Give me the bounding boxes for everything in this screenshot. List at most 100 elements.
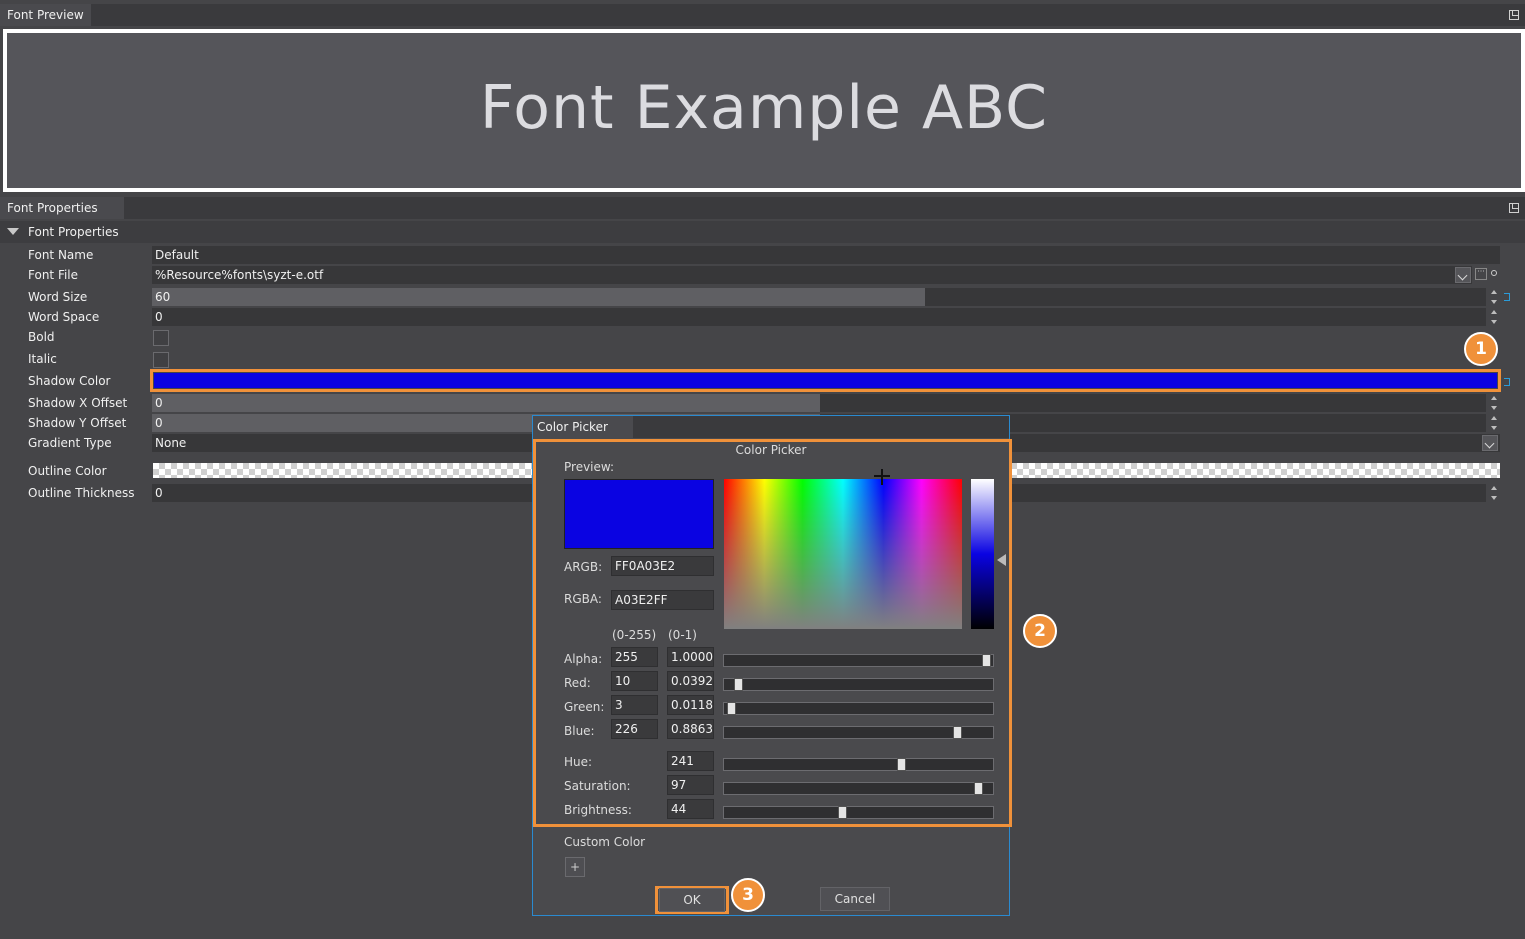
- red-slider[interactable]: [723, 678, 994, 691]
- preview-label: Preview:: [564, 460, 615, 474]
- callout-3: 3: [731, 878, 765, 912]
- word-size-spinner[interactable]: [1490, 288, 1498, 306]
- cancel-button[interactable]: Cancel: [820, 887, 890, 911]
- blue-label: Blue:: [564, 724, 595, 738]
- shadow-color-label: Shadow Color: [28, 374, 111, 388]
- color-picker-dialog: Color Picker Color Picker Preview: ARGB:…: [532, 415, 1012, 916]
- callout-2: 2: [1023, 614, 1057, 648]
- color-preview-swatch: [564, 479, 714, 549]
- outline-thickness-label: Outline Thickness: [28, 486, 135, 500]
- green-slider-thumb[interactable]: [727, 702, 736, 715]
- red-01-field[interactable]: 0.0392: [667, 671, 714, 691]
- blue-slider-thumb[interactable]: [953, 726, 962, 739]
- range-255-label: (0-255): [612, 628, 657, 642]
- gradient-type-label: Gradient Type: [28, 436, 112, 450]
- font-name-label: Font Name: [28, 248, 94, 262]
- hue-saturation-spectrum[interactable]: [724, 469, 962, 629]
- rgba-label: RGBA:: [564, 592, 602, 606]
- spectrum-crosshair-icon[interactable]: [881, 469, 883, 485]
- add-custom-color-button[interactable]: +: [565, 857, 585, 877]
- dialog-title: Color Picker: [533, 416, 633, 438]
- shadow-x-slider[interactable]: 0: [152, 394, 1486, 412]
- saturation-field[interactable]: 97: [667, 775, 714, 795]
- saturation-slider-thumb[interactable]: [974, 782, 983, 795]
- italic-checkbox[interactable]: [153, 352, 169, 368]
- saturation-label: Saturation:: [564, 779, 631, 793]
- word-size-label: Word Size: [28, 290, 88, 304]
- shadow-y-label: Shadow Y Offset: [28, 416, 127, 430]
- green-255-field[interactable]: 3: [611, 695, 658, 715]
- green-slider[interactable]: [723, 702, 994, 715]
- rgba-field[interactable]: A03E2FF: [611, 590, 714, 610]
- bold-label: Bold: [28, 330, 55, 344]
- word-space-field[interactable]: 0: [152, 308, 1486, 326]
- font-sample-text: Font Example ABC: [479, 73, 1049, 143]
- word-space-spinner[interactable]: [1490, 308, 1498, 326]
- word-size-value: 60: [155, 290, 171, 304]
- red-label: Red:: [564, 676, 591, 690]
- dock-pin-icon[interactable]: [1509, 10, 1519, 20]
- ok-button[interactable]: OK: [659, 888, 725, 912]
- font-preview-canvas: Font Example ABC: [3, 29, 1525, 192]
- alpha-label: Alpha:: [564, 652, 603, 666]
- shadow-x-label: Shadow X Offset: [28, 396, 128, 410]
- font-name-field[interactable]: Default: [152, 246, 1500, 264]
- callout-1: 1: [1464, 332, 1498, 366]
- word-size-slider-fill: [152, 288, 925, 306]
- font-file-dropdown-button[interactable]: [1455, 267, 1471, 283]
- font-file-field[interactable]: %Resource%fonts\syzt-e.otf: [152, 266, 1472, 284]
- picker-header: Color Picker: [735, 443, 807, 457]
- shadow-x-value: 0: [155, 396, 163, 410]
- word-size-slider[interactable]: 60: [152, 288, 1486, 306]
- tab-font-preview[interactable]: Font Preview: [0, 4, 91, 26]
- link-icon[interactable]: [1504, 378, 1510, 386]
- range-01-label: (0-1): [668, 628, 697, 642]
- brightness-slider[interactable]: [723, 806, 994, 819]
- word-space-label: Word Space: [28, 310, 100, 324]
- blue-slider[interactable]: [723, 726, 994, 739]
- alpha-slider-thumb[interactable]: [982, 654, 991, 667]
- preview-panel-header: Font Preview: [0, 4, 1525, 26]
- argb-label: ARGB:: [564, 560, 603, 574]
- brightness-label: Brightness:: [564, 803, 632, 817]
- red-255-field[interactable]: 10: [611, 671, 658, 691]
- brightness-slider-thumb[interactable]: [838, 806, 847, 819]
- gradient-type-dropdown-button[interactable]: [1482, 435, 1498, 451]
- red-slider-thumb[interactable]: [734, 678, 743, 691]
- shadow-x-slider-fill: [152, 394, 820, 412]
- hue-slider-thumb[interactable]: [897, 758, 906, 771]
- hue-slider[interactable]: [723, 758, 994, 771]
- font-file-label: Font File: [28, 268, 79, 282]
- outline-thickness-spinner[interactable]: [1490, 484, 1498, 502]
- properties-panel-header: Font Properties: [0, 197, 1525, 219]
- bold-checkbox[interactable]: [153, 330, 169, 346]
- brightness-bar[interactable]: [971, 479, 994, 629]
- tab-font-properties[interactable]: Font Properties: [0, 197, 124, 219]
- brightness-marker-icon[interactable]: [997, 554, 1006, 566]
- alpha-01-field[interactable]: 1.0000: [667, 647, 714, 667]
- dock-pin-icon[interactable]: [1509, 203, 1519, 213]
- alpha-slider[interactable]: [723, 654, 994, 667]
- property-group-header[interactable]: Font Properties: [0, 221, 1525, 243]
- alpha-255-field[interactable]: 255: [611, 647, 658, 667]
- italic-label: Italic: [28, 352, 57, 366]
- shadow-x-spinner[interactable]: [1490, 394, 1498, 412]
- shadow-y-spinner[interactable]: [1490, 414, 1498, 432]
- saturation-slider[interactable]: [723, 782, 994, 795]
- hue-label: Hue:: [564, 755, 593, 769]
- search-icon[interactable]: [1491, 270, 1497, 276]
- collapse-arrow-icon[interactable]: [7, 228, 19, 235]
- brightness-field[interactable]: 44: [667, 799, 714, 819]
- green-01-field[interactable]: 0.0118: [667, 695, 714, 715]
- blue-255-field[interactable]: 226: [611, 719, 658, 739]
- dialog-titlebar[interactable]: Color Picker: [533, 416, 1009, 438]
- green-label: Green:: [564, 700, 605, 714]
- link-icon[interactable]: [1504, 293, 1510, 301]
- argb-field[interactable]: FF0A03E2: [611, 556, 714, 576]
- browse-icon[interactable]: ···: [1475, 268, 1487, 280]
- hue-field[interactable]: 241: [667, 751, 714, 771]
- property-group-label: Font Properties: [28, 225, 119, 239]
- shadow-color-swatch[interactable]: [154, 373, 1497, 388]
- blue-01-field[interactable]: 0.8863: [667, 719, 714, 739]
- outline-color-label: Outline Color: [28, 464, 107, 478]
